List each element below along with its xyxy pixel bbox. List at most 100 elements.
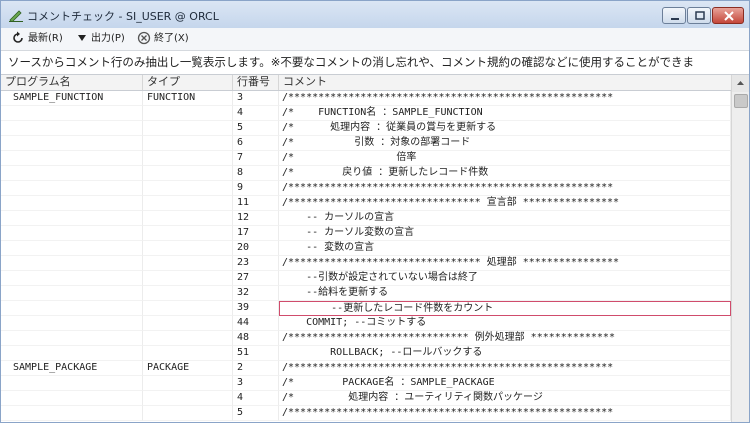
line-number-cell[interactable]: 9 — [233, 181, 279, 196]
comment-cell[interactable]: /***************************************… — [279, 406, 731, 421]
type-cell[interactable] — [143, 346, 233, 361]
type-cell[interactable] — [143, 226, 233, 241]
table-row[interactable]: 5/**************************************… — [1, 406, 731, 421]
comment-cell[interactable]: /***************************************… — [279, 91, 731, 106]
program-cell[interactable] — [1, 256, 143, 271]
program-cell[interactable]: SAMPLE_FUNCTION — [1, 91, 143, 106]
comment-cell[interactable]: /* 倍率 — [279, 151, 731, 166]
close-button[interactable] — [712, 7, 744, 24]
type-cell[interactable] — [143, 151, 233, 166]
comment-cell[interactable]: --引数が設定されていない場合は終了 — [279, 271, 731, 286]
comment-cell[interactable]: --更新したレコード件数をカウント — [279, 301, 731, 316]
comment-cell[interactable]: /***************************************… — [279, 181, 731, 196]
table-row[interactable]: 44 COMMIT; --コミットする — [1, 316, 731, 331]
output-button[interactable]: 出力(P) — [76, 31, 125, 47]
line-number-cell[interactable]: 7 — [233, 151, 279, 166]
table-row[interactable]: 48/****************************** 例外処理部 … — [1, 331, 731, 346]
exit-button[interactable]: 終了(X) — [137, 31, 189, 47]
type-cell[interactable] — [143, 241, 233, 256]
line-number-cell[interactable]: 3 — [233, 376, 279, 391]
program-cell[interactable] — [1, 226, 143, 241]
type-cell[interactable] — [143, 286, 233, 301]
table-row[interactable]: 12 -- カーソルの宣言 — [1, 211, 731, 226]
table-row[interactable]: 39 --更新したレコード件数をカウント — [1, 301, 731, 316]
type-cell[interactable] — [143, 136, 233, 151]
type-cell[interactable]: FUNCTION — [143, 91, 233, 106]
program-cell[interactable] — [1, 301, 143, 316]
table-row[interactable]: 23/******************************** 処理部 … — [1, 256, 731, 271]
comment-cell[interactable]: /* FUNCTION名 ：SAMPLE_FUNCTION — [279, 106, 731, 121]
type-cell[interactable] — [143, 376, 233, 391]
comment-cell[interactable]: -- カーソル変数の宣言 — [279, 226, 731, 241]
type-cell[interactable] — [143, 301, 233, 316]
column-header-line[interactable]: 行番号 — [233, 75, 279, 90]
line-number-cell[interactable]: 27 — [233, 271, 279, 286]
type-cell[interactable] — [143, 121, 233, 136]
table-row[interactable]: 27 --引数が設定されていない場合は終了 — [1, 271, 731, 286]
table-row[interactable]: 7/* 倍率 — [1, 151, 731, 166]
comment-cell[interactable]: /* 引数 ：対象の部署コード — [279, 136, 731, 151]
comment-cell[interactable]: /******************************** 処理部 **… — [279, 256, 731, 271]
line-number-cell[interactable]: 3 — [233, 91, 279, 106]
comment-cell[interactable]: /* 戻り値 ：更新したレコード件数 — [279, 166, 731, 181]
comment-cell[interactable]: --給料を更新する — [279, 286, 731, 301]
comment-cell[interactable]: /* 処理内容 ：従業員の賞与を更新する — [279, 121, 731, 136]
type-cell[interactable] — [143, 331, 233, 346]
comment-cell[interactable]: /****************************** 例外処理部 **… — [279, 331, 731, 346]
program-cell[interactable] — [1, 121, 143, 136]
type-cell[interactable] — [143, 391, 233, 406]
program-cell[interactable] — [1, 151, 143, 166]
table-row[interactable]: 8/* 戻り値 ：更新したレコード件数 — [1, 166, 731, 181]
line-number-cell[interactable]: 20 — [233, 241, 279, 256]
table-row[interactable]: 5/* 処理内容 ：従業員の賞与を更新する — [1, 121, 731, 136]
comment-cell[interactable]: -- カーソルの宣言 — [279, 211, 731, 226]
table-row[interactable]: 4/* 処理内容 ：ユーティリティ関数パッケージ — [1, 391, 731, 406]
maximize-button[interactable] — [687, 7, 711, 24]
column-header-comment[interactable]: コメント — [279, 75, 731, 90]
table-row[interactable]: 20 -- 変数の宣言 — [1, 241, 731, 256]
program-cell[interactable] — [1, 271, 143, 286]
comment-cell[interactable]: /* PACKAGE名 ：SAMPLE_PACKAGE — [279, 376, 731, 391]
table-row[interactable]: 51 ROLLBACK; --ロールバックする — [1, 346, 731, 361]
type-cell[interactable] — [143, 211, 233, 226]
type-cell[interactable] — [143, 181, 233, 196]
title-bar[interactable]: コメントチェック - SI_USER @ ORCL — [1, 1, 749, 28]
type-cell[interactable] — [143, 106, 233, 121]
type-cell[interactable] — [143, 271, 233, 286]
scrollbar-thumb[interactable] — [734, 94, 748, 108]
scroll-up-button[interactable] — [732, 75, 749, 92]
type-cell[interactable] — [143, 256, 233, 271]
program-cell[interactable] — [1, 316, 143, 331]
comment-cell[interactable]: /******************************** 宣言部 **… — [279, 196, 731, 211]
line-number-cell[interactable]: 4 — [233, 391, 279, 406]
program-cell[interactable] — [1, 211, 143, 226]
program-cell[interactable] — [1, 406, 143, 421]
program-cell[interactable] — [1, 331, 143, 346]
program-cell[interactable] — [1, 196, 143, 211]
minimize-button[interactable] — [662, 7, 686, 24]
table-row[interactable]: 17 -- カーソル変数の宣言 — [1, 226, 731, 241]
program-cell[interactable] — [1, 286, 143, 301]
program-cell[interactable] — [1, 346, 143, 361]
table-row[interactable]: 3/* PACKAGE名 ：SAMPLE_PACKAGE — [1, 376, 731, 391]
type-cell[interactable] — [143, 196, 233, 211]
line-number-cell[interactable]: 39 — [233, 301, 279, 316]
table-row[interactable]: 4/* FUNCTION名 ：SAMPLE_FUNCTION — [1, 106, 731, 121]
comment-cell[interactable]: COMMIT; --コミットする — [279, 316, 731, 331]
line-number-cell[interactable]: 32 — [233, 286, 279, 301]
comment-cell[interactable]: /***************************************… — [279, 361, 731, 376]
comment-grid[interactable]: プログラム名 タイプ 行番号 コメント SAMPLE_FUNCTION FUNCT… — [1, 74, 749, 422]
line-number-cell[interactable]: 5 — [233, 406, 279, 421]
line-number-cell[interactable]: 17 — [233, 226, 279, 241]
comment-cell[interactable]: /* 処理内容 ：ユーティリティ関数パッケージ — [279, 391, 731, 406]
line-number-cell[interactable]: 2 — [233, 361, 279, 376]
type-cell[interactable] — [143, 166, 233, 181]
program-cell[interactable] — [1, 106, 143, 121]
vertical-scrollbar[interactable] — [731, 75, 749, 422]
type-cell[interactable] — [143, 406, 233, 421]
comment-cell[interactable]: ROLLBACK; --ロールバックする — [279, 346, 731, 361]
table-row[interactable]: 32 --給料を更新する — [1, 286, 731, 301]
line-number-cell[interactable]: 11 — [233, 196, 279, 211]
column-header-type[interactable]: タイプ — [143, 75, 233, 90]
table-row[interactable]: 6/* 引数 ：対象の部署コード — [1, 136, 731, 151]
